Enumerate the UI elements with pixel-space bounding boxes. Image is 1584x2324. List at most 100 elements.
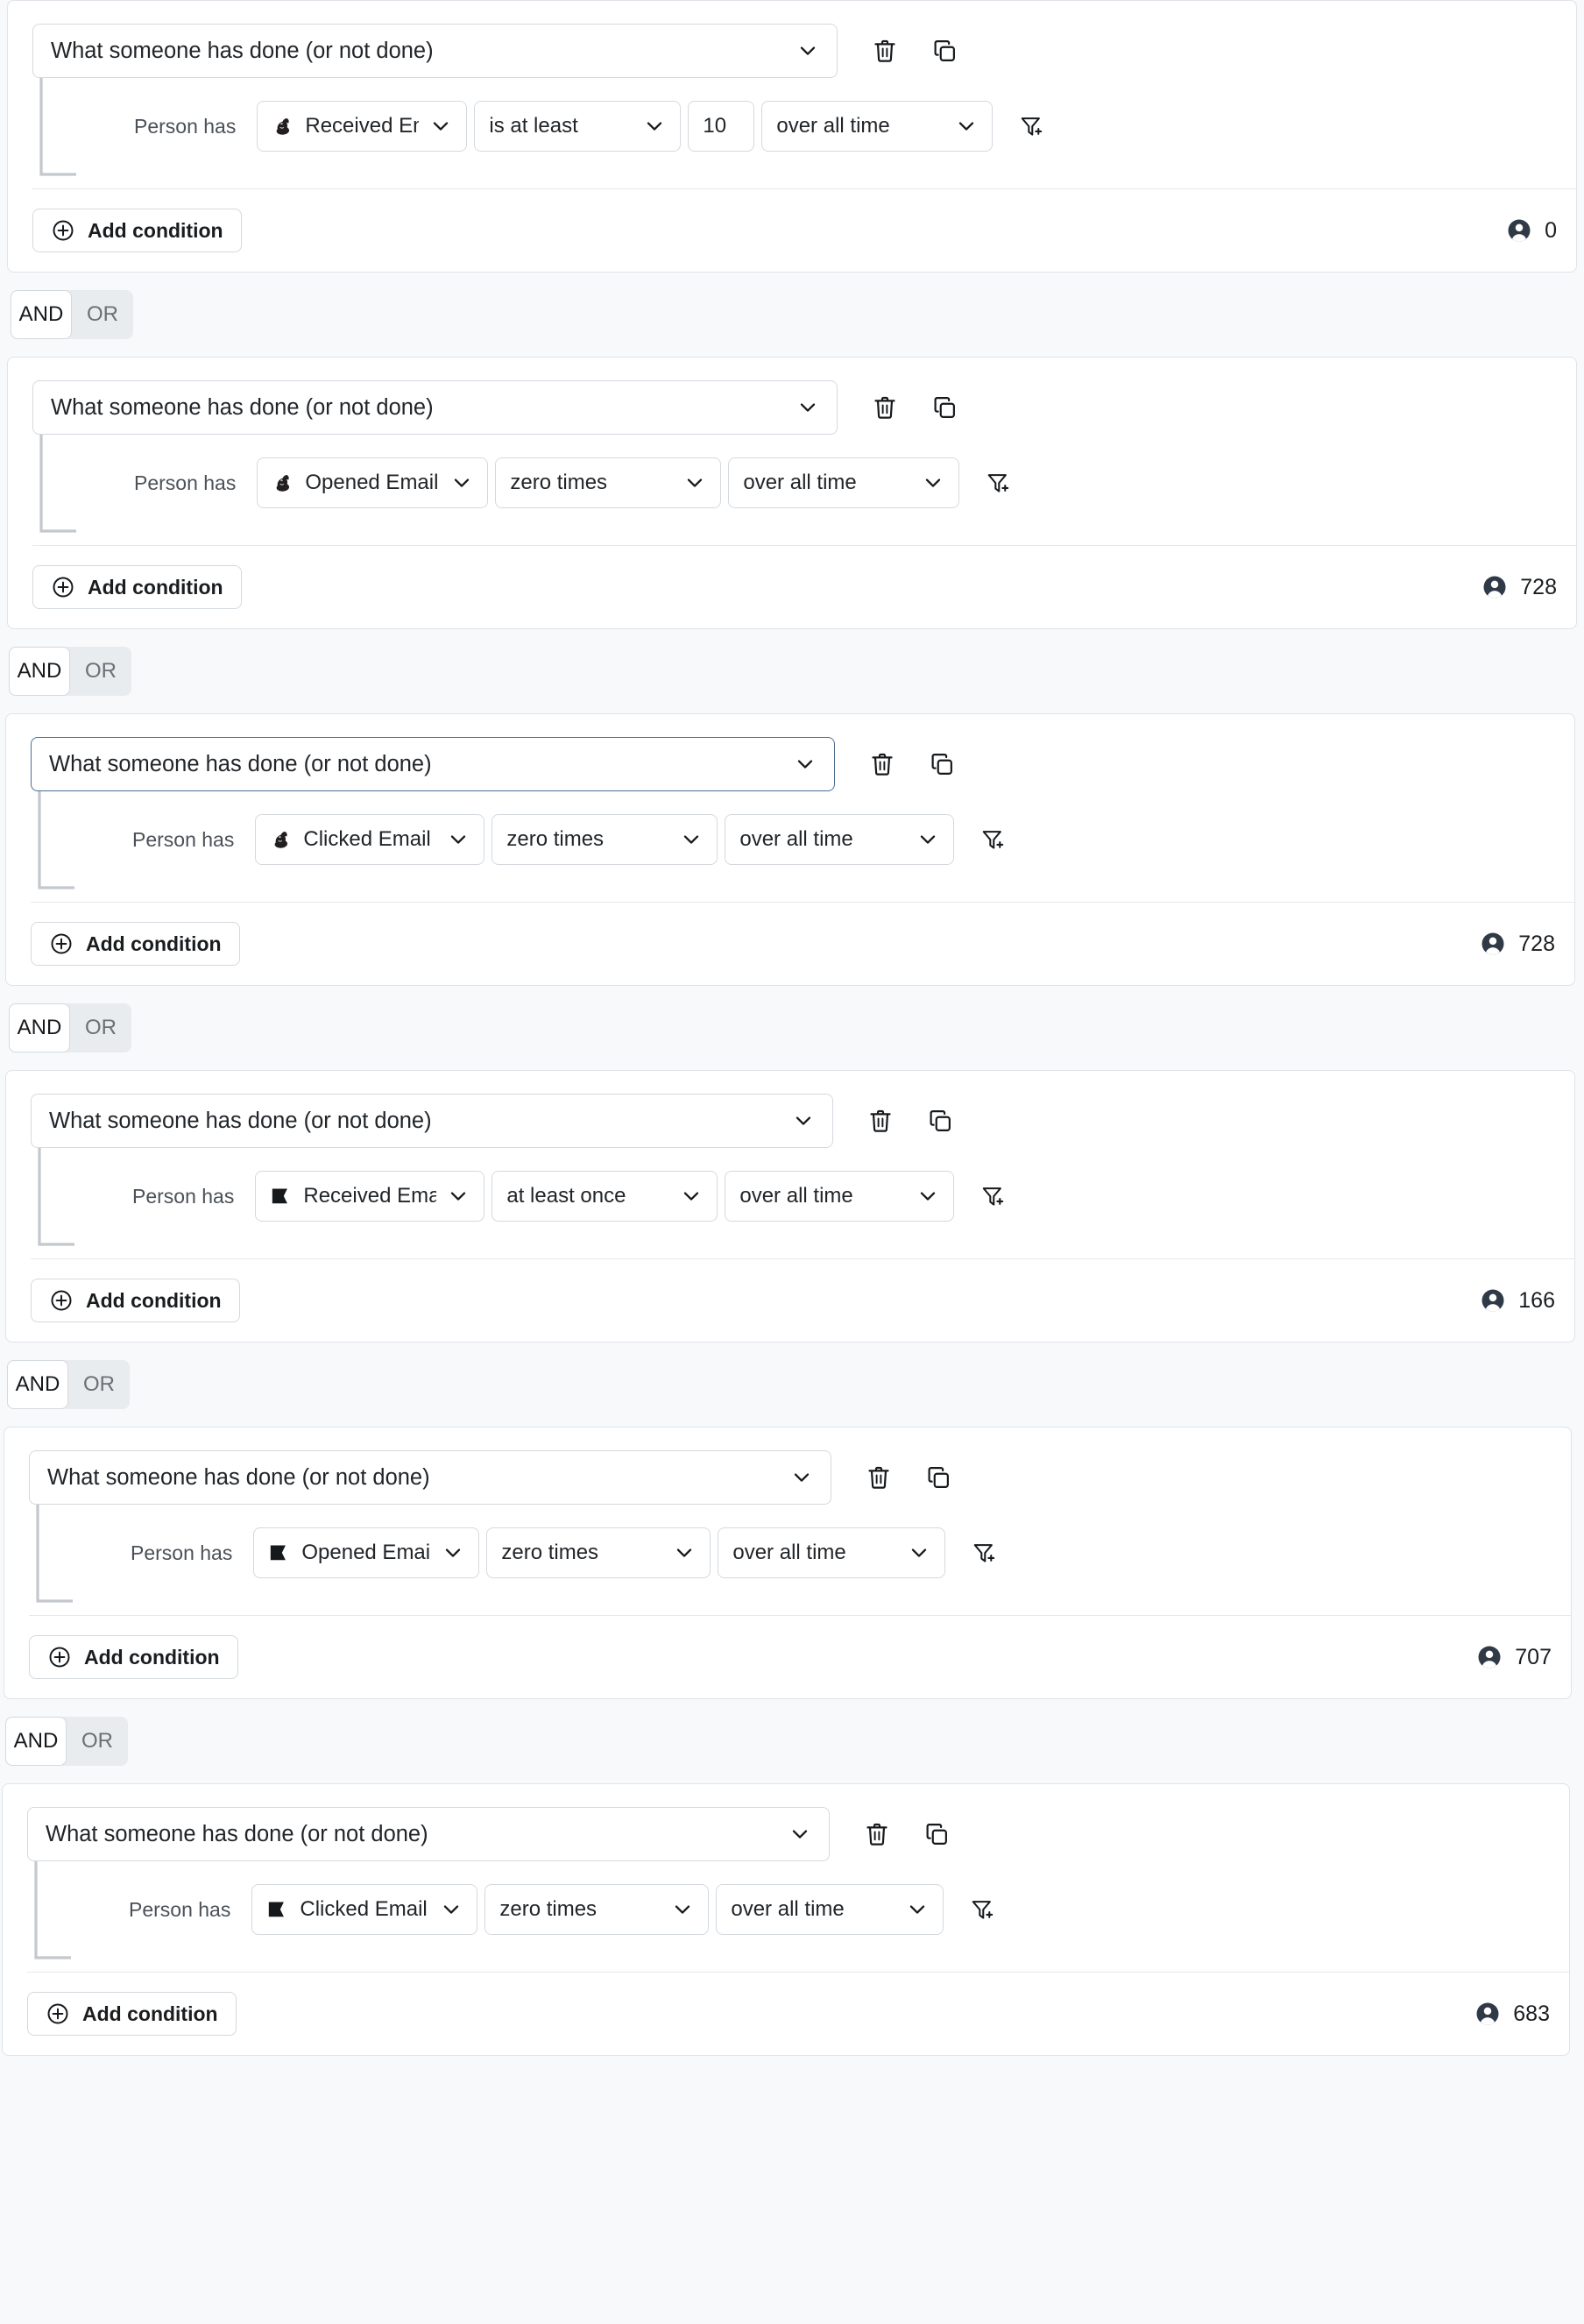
condition-card: What someone has done (or not done) Perso…	[7, 0, 1577, 273]
duplicate-condition-button[interactable]	[923, 745, 961, 783]
chevron-down-icon	[429, 115, 452, 138]
delete-condition-button[interactable]	[866, 388, 904, 427]
metric-value: Received Email (MailC...	[305, 114, 419, 138]
operator-and-button[interactable]: AND	[9, 647, 70, 696]
operator-and-button[interactable]: AND	[5, 1717, 67, 1766]
operator-select[interactable]: is at least	[474, 101, 681, 152]
condition-type-select[interactable]: What someone has done (or not done)	[27, 1807, 830, 1861]
condition-type-value: What someone has done (or not done)	[51, 39, 796, 64]
metric-value: Received Email	[303, 1184, 436, 1208]
operator-or-button[interactable]: OR	[70, 647, 131, 696]
operator-select[interactable]: zero times	[495, 457, 721, 508]
operator-and-button[interactable]: AND	[7, 1360, 68, 1409]
condition-card-body: What someone has done (or not done) Perso…	[8, 1, 1576, 272]
filter-add-icon	[980, 827, 1005, 852]
add-condition-button[interactable]: Add condition	[32, 209, 242, 252]
timeframe-value: over all time	[739, 827, 906, 852]
timeframe-select[interactable]: over all time	[718, 1527, 945, 1578]
operator-toggle-band: ANDOR	[0, 629, 1584, 713]
add-condition-button[interactable]: Add condition	[31, 1279, 240, 1322]
metric-select[interactable]: Received Email	[255, 1171, 484, 1222]
operator-select[interactable]: at least once	[491, 1171, 718, 1222]
and-or-toggle[interactable]: ANDOR	[9, 1003, 131, 1052]
delete-condition-button[interactable]	[859, 1458, 898, 1497]
add-filter-button[interactable]	[973, 1177, 1012, 1215]
chevron-down-icon	[680, 1185, 703, 1208]
metric-select[interactable]: Opened Email (MailChimp)	[257, 457, 488, 508]
delete-condition-button[interactable]	[861, 1102, 900, 1140]
add-filter-button[interactable]	[963, 1890, 1001, 1929]
plus-circle-icon	[51, 575, 75, 599]
metric-select[interactable]: Received Email (MailC...	[257, 101, 467, 152]
subcondition-row: Person hasReceived Email (MailC...is at …	[32, 78, 1576, 152]
delete-condition-button[interactable]	[866, 32, 904, 70]
condition-type-select[interactable]: What someone has done (or not done)	[32, 24, 838, 78]
condition-type-select[interactable]: What someone has done (or not done)	[29, 1450, 831, 1505]
add-condition-button[interactable]: Add condition	[32, 565, 242, 609]
chevron-down-icon	[916, 828, 939, 851]
subcondition-row: Person has Opened Email (MailChimp)zero t…	[32, 435, 1576, 508]
person-has-label: Person has	[134, 471, 236, 495]
chevron-down-icon	[440, 1898, 463, 1921]
add-condition-button[interactable]: Add condition	[29, 1635, 238, 1679]
copy-icon	[931, 38, 958, 64]
condition-type-value: What someone has done (or not done)	[46, 1822, 788, 1847]
timeframe-select[interactable]: over all time	[761, 101, 993, 152]
add-filter-button[interactable]	[1012, 107, 1050, 145]
add-filter-button[interactable]	[965, 1534, 1003, 1572]
operator-and-button[interactable]: AND	[9, 1003, 70, 1052]
add-condition-button[interactable]: Add condition	[31, 922, 240, 966]
metric-select[interactable]: Clicked Email (MailChimp)	[255, 814, 484, 865]
chevron-down-icon	[908, 1541, 930, 1564]
delete-condition-button[interactable]	[858, 1815, 896, 1853]
profile-count: 728	[1481, 574, 1557, 600]
condition-header-row: What someone has done (or not done)	[27, 1807, 1569, 1861]
profile-count: 728	[1480, 931, 1555, 957]
profile-count: 683	[1474, 2001, 1550, 2027]
and-or-toggle[interactable]: ANDOR	[11, 290, 133, 339]
condition-card-body: What someone has done (or not done)Perso…	[4, 1428, 1571, 1698]
duplicate-condition-button[interactable]	[917, 1815, 956, 1853]
operator-or-button[interactable]: OR	[68, 1360, 130, 1409]
condition-type-select[interactable]: What someone has done (or not done)	[32, 380, 838, 435]
operator-or-button[interactable]: OR	[72, 290, 133, 339]
operator-toggle-band: ANDOR	[0, 986, 1584, 1070]
operator-or-button[interactable]: OR	[70, 1003, 131, 1052]
condition-type-select[interactable]: What someone has done (or not done)	[31, 1094, 833, 1148]
operator-select[interactable]: zero times	[491, 814, 718, 865]
chevron-down-icon	[683, 471, 706, 494]
chevron-down-icon	[794, 753, 817, 776]
add-filter-button[interactable]	[979, 464, 1017, 502]
condition-card: What someone has done (or not done)Perso…	[4, 1427, 1572, 1699]
delete-condition-button[interactable]	[863, 745, 902, 783]
condition-header-row: What someone has done (or not done)	[29, 1450, 1571, 1505]
duplicate-condition-button[interactable]	[925, 32, 964, 70]
operator-select[interactable]: zero times	[484, 1884, 709, 1935]
profile-count: 707	[1476, 1644, 1552, 1670]
duplicate-condition-button[interactable]	[921, 1102, 959, 1140]
timeframe-select[interactable]: over all time	[725, 1171, 954, 1222]
timeframe-select[interactable]: over all time	[725, 814, 954, 865]
duplicate-condition-button[interactable]	[919, 1458, 958, 1497]
duplicate-condition-button[interactable]	[925, 388, 964, 427]
add-filter-button[interactable]	[973, 820, 1012, 859]
person-count-icon	[1481, 574, 1508, 600]
timeframe-select[interactable]: over all time	[716, 1884, 944, 1935]
profile-count-value: 728	[1520, 575, 1557, 600]
chevron-down-icon	[796, 39, 819, 62]
metric-select[interactable]: Clicked Email	[251, 1884, 477, 1935]
person-count-icon	[1480, 1287, 1506, 1314]
condition-type-select[interactable]: What someone has done (or not done)	[31, 737, 835, 791]
operator-and-button[interactable]: AND	[11, 290, 72, 339]
and-or-toggle[interactable]: ANDOR	[7, 1360, 130, 1409]
operator-or-button[interactable]: OR	[67, 1717, 128, 1766]
filter-add-icon	[1019, 114, 1043, 138]
mailchimp-icon	[272, 115, 294, 138]
and-or-toggle[interactable]: ANDOR	[9, 647, 131, 696]
add-condition-button[interactable]: Add condition	[27, 1992, 237, 2036]
value-input[interactable]: 10	[688, 101, 754, 152]
metric-select[interactable]: Opened Email	[253, 1527, 479, 1578]
and-or-toggle[interactable]: ANDOR	[5, 1717, 128, 1766]
timeframe-select[interactable]: over all time	[728, 457, 959, 508]
operator-select[interactable]: zero times	[486, 1527, 711, 1578]
